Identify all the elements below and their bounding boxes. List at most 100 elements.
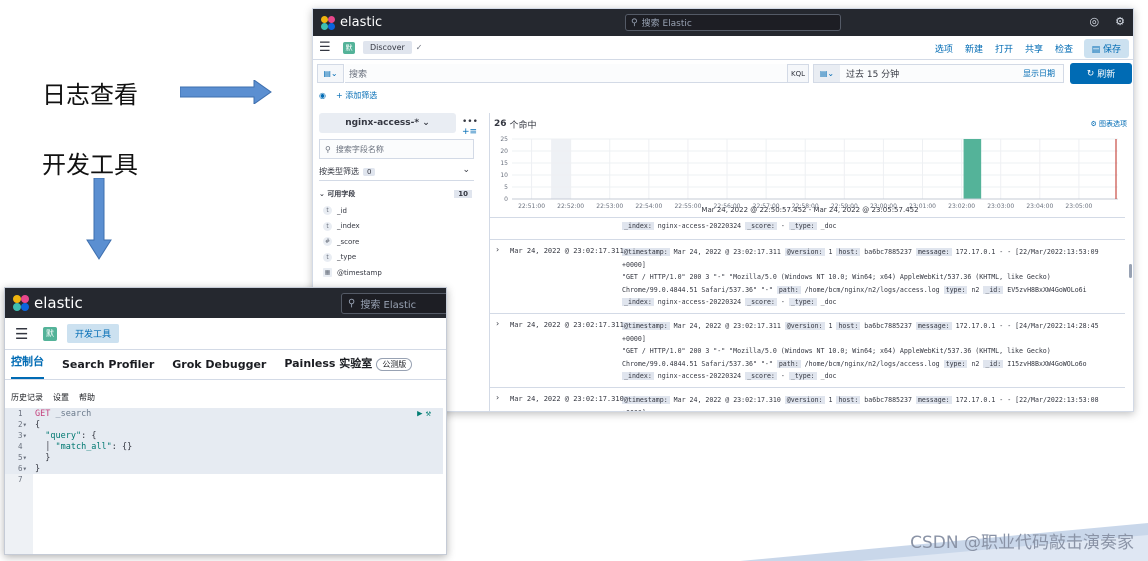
sidebar-options-icon[interactable]: ••• +≡ <box>462 117 479 137</box>
code-token: } <box>35 463 41 474</box>
field-item[interactable]: t _type <box>319 250 479 266</box>
play-icon[interactable]: ▶ <box>417 409 422 419</box>
newsfeed-icon[interactable]: ⚙ <box>1115 15 1125 28</box>
menu-icon[interactable]: ☰ <box>319 40 337 55</box>
histogram-bar[interactable] <box>963 139 982 199</box>
nav-link-options[interactable]: 选项 <box>935 42 953 55</box>
tab-painless-lab[interactable]: Painless 实验室 公测版 <box>284 355 413 379</box>
field-key: _score: <box>745 298 777 307</box>
chart-options-label: 图表选项 <box>1099 120 1127 128</box>
request-actions: ▶ ⚒ <box>417 409 431 419</box>
chevron-down-icon: ⌄ <box>462 165 470 175</box>
arrow-down-icon <box>86 178 112 260</box>
refresh-button[interactable]: ↻ 刷新 <box>1070 63 1132 84</box>
table-row[interactable]: › Mar 24, 2022 @ 23:02:17.310 @timestamp: … <box>490 388 1125 411</box>
tab-console[interactable]: 控制台 <box>11 353 44 379</box>
settings-link[interactable]: 设置 <box>53 392 69 403</box>
wrench-icon[interactable]: ⚒ <box>426 409 431 419</box>
space-avatar[interactable]: 默 <box>43 326 57 341</box>
expand-row-icon[interactable]: › <box>496 393 499 402</box>
kql-toggle[interactable]: KQL <box>787 64 809 83</box>
field-item[interactable]: t _id <box>319 203 479 219</box>
breadcrumb-discover[interactable]: Discover <box>363 41 412 54</box>
table-row[interactable]: _index: nginx-access-20220324 _score: - … <box>490 218 1125 240</box>
field-value: Chrome/99.0.4844.51 Safari/537.36" "-" <box>622 285 777 294</box>
field-value: _doc <box>816 222 837 230</box>
field-item[interactable]: t _index <box>319 219 479 235</box>
field-key: type: <box>943 359 968 368</box>
history-link[interactable]: 历史记录 <box>11 392 43 403</box>
line-number: 2▾ <box>17 420 27 429</box>
show-dates-link[interactable]: 显示日期 <box>1023 68 1063 79</box>
editor-line[interactable]: 1 GET _search ▶ ⚒ <box>5 408 443 419</box>
menu-icon[interactable]: ☰ <box>15 325 33 343</box>
search-icon: ⚲ <box>348 298 356 309</box>
refresh-label: 刷新 <box>1097 70 1116 80</box>
field-search-placeholder: 搜索字段名称 <box>335 144 384 154</box>
table-row[interactable]: › Mar 24, 2022 @ 23:02:17.311 @timestamp: … <box>490 314 1125 388</box>
code-token: _search <box>50 408 92 419</box>
field-key: @timestamp: <box>622 248 670 256</box>
nav-link-new[interactable]: 新建 <box>965 42 983 55</box>
code-token: "query" <box>45 430 82 441</box>
code-token: : { <box>81 430 97 441</box>
save-label: 保存 <box>1102 45 1121 55</box>
filter-icon[interactable]: ◉ <box>319 91 326 100</box>
number-type-icon: # <box>323 237 332 247</box>
field-item[interactable]: # _score <box>319 234 479 250</box>
filter-by-type-button[interactable]: 按类型筛选 0 ⌄ <box>319 163 474 181</box>
space-avatar[interactable]: 默 <box>343 41 355 54</box>
code-text: "query": { <box>35 431 96 441</box>
y-tick-label: 10 <box>500 172 508 179</box>
help-icon[interactable]: ◎ <box>1090 15 1100 28</box>
editor-line[interactable]: 5▾ } <box>5 452 443 463</box>
save-button[interactable]: ▤ 保存 <box>1083 39 1129 58</box>
index-pattern-label: nginx-access-* <box>345 118 420 128</box>
field-value: Mar 24, 2022 @ 23:02:17.311 <box>669 321 785 330</box>
field-key: message: <box>915 395 952 404</box>
tab-grok-debugger[interactable]: Grok Debugger <box>172 358 266 379</box>
elastic-logo[interactable]: elastic <box>13 294 83 312</box>
editor-line[interactable]: 6▾} <box>5 463 443 474</box>
field-key: type: <box>943 285 968 294</box>
index-pattern-select[interactable]: nginx-access-* ⌄ <box>319 113 456 133</box>
search-placeholder: 搜索 Elastic <box>641 19 692 29</box>
nav-link-share[interactable]: 共享 <box>1025 42 1043 55</box>
calendar-icon[interactable]: ▤⌄ <box>814 65 840 82</box>
query-input[interactable]: 搜索 <box>345 64 787 83</box>
available-fields-header[interactable]: ⌄ 可用字段 10 <box>319 189 474 199</box>
document-source: @timestamp: Mar 24, 2022 @ 23:02:17.311 … <box>622 246 1125 309</box>
field-search-input[interactable]: ⚲ 搜索字段名称 <box>319 139 474 159</box>
global-search-input[interactable]: ⚲ 搜索 Elastic <box>625 14 841 31</box>
scrollbar[interactable] <box>1129 264 1132 278</box>
field-item[interactable]: ▦ @timestamp <box>319 265 479 281</box>
global-search-input[interactable]: ⚲ 搜索 Elastic <box>341 293 446 314</box>
expand-row-icon[interactable]: › <box>496 245 499 254</box>
search-icon: ⚲ <box>325 144 331 154</box>
expand-row-icon[interactable]: › <box>496 319 499 328</box>
chart-options-button[interactable]: ⚙ 图表选项 <box>1090 119 1127 129</box>
help-link[interactable]: 帮助 <box>79 392 95 403</box>
chevron-down-icon: ⌄ <box>319 190 328 198</box>
field-value: nginx-access-20220324 <box>653 298 746 307</box>
table-row[interactable]: › Mar 24, 2022 @ 23:02:17.311 @timestamp: … <box>490 240 1125 314</box>
chevron-down-icon[interactable]: ✓ <box>416 43 423 52</box>
saved-query-button[interactable]: ▤⌄ <box>317 64 344 83</box>
search-placeholder: 搜索 Elastic <box>360 300 417 311</box>
add-filter-link[interactable]: + 添加筛选 <box>336 90 377 101</box>
field-value: n2 <box>967 285 984 294</box>
date-picker[interactable]: ▤⌄ 过去 15 分钟 显示日期 <box>813 64 1064 83</box>
elastic-logo[interactable]: elastic <box>321 15 382 30</box>
painless-lab-label: Painless 实验室 <box>284 357 373 370</box>
code-token: { <box>35 419 41 430</box>
editor-line[interactable]: 4 │ "match_all": {} <box>5 441 443 452</box>
console-editor[interactable]: 1 GET _search ▶ ⚒ 2▾{3▾ "query": {4 │ "matc… <box>5 408 443 554</box>
editor-line[interactable]: 3▾ "query": { <box>5 430 443 441</box>
editor-line[interactable]: 2▾ { <box>5 419 443 430</box>
nav-link-open[interactable]: 打开 <box>995 42 1013 55</box>
tab-search-profiler[interactable]: Search Profiler <box>62 358 154 379</box>
breadcrumb-dev-tools[interactable]: 开发工具 <box>67 324 120 343</box>
document-time: Mar 24, 2022 @ 23:02:17.311 <box>510 247 624 255</box>
nav-link-inspect[interactable]: 检查 <box>1055 42 1073 55</box>
editor-line[interactable]: 7 <box>5 474 443 485</box>
